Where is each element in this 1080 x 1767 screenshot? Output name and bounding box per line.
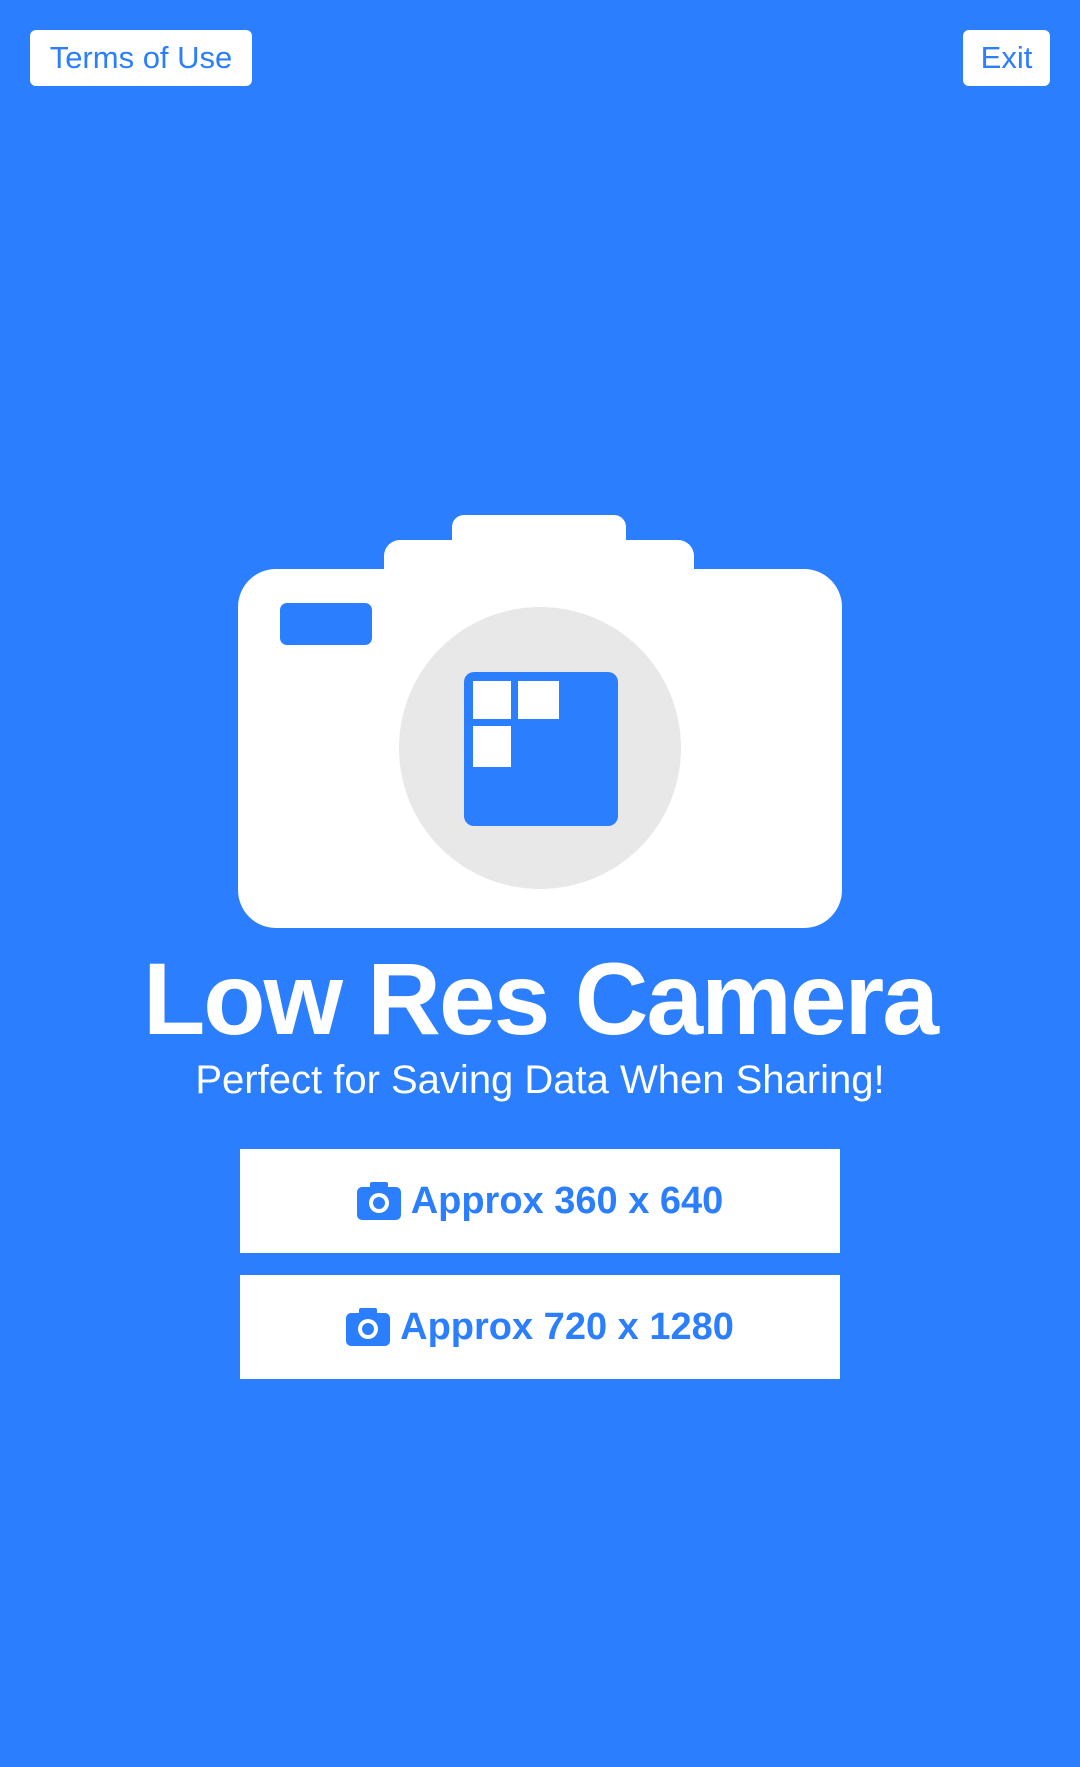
pixel-block-2: [518, 681, 559, 719]
exit-button[interactable]: Exit: [963, 30, 1050, 86]
capture-720x1280-button[interactable]: Approx 720 x 1280: [240, 1275, 840, 1379]
capture-button-label: Approx 360 x 640: [410, 1179, 724, 1222]
camera-logo-icon: [238, 515, 842, 928]
app-subtitle: Perfect for Saving Data When Sharing!: [195, 1058, 885, 1102]
pixel-block-3: [473, 726, 511, 767]
capture-button-label: Approx 720 x 1280: [400, 1305, 734, 1348]
camera-icon: [346, 1308, 391, 1346]
camera-icon: [356, 1182, 401, 1220]
terms-of-use-button[interactable]: Terms of Use: [30, 30, 252, 86]
capture-360x640-button[interactable]: Approx 360 x 640: [240, 1149, 840, 1253]
camera-flash: [280, 603, 372, 645]
pixel-block-1: [473, 681, 511, 719]
app-title: Low Res Camera: [143, 942, 939, 1056]
